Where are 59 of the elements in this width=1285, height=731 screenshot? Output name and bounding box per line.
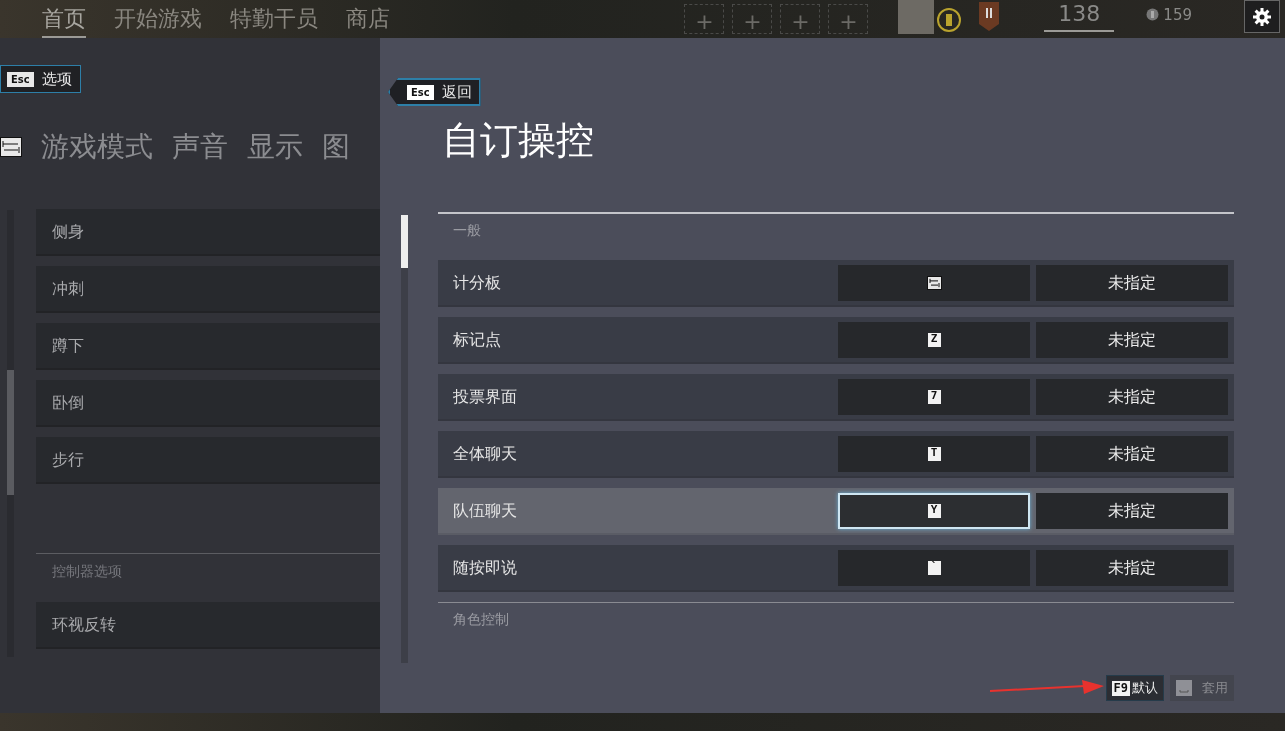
settings-tab[interactable]: 图 — [322, 126, 350, 168]
key-cap: ` — [927, 560, 941, 575]
nav-tab[interactable]: 开始游戏 — [114, 0, 202, 38]
key-binding-field[interactable] — [838, 264, 1030, 301]
key-binding-field[interactable]: T — [838, 435, 1030, 472]
binding-row[interactable]: 随按即说 ` 未指定 — [438, 545, 1234, 592]
medal-icon — [936, 7, 963, 33]
key-cap: 7 — [927, 389, 941, 404]
key-cap: F9 — [1111, 680, 1130, 696]
alternate-binding-field[interactable]: 未指定 — [1036, 492, 1228, 529]
settings-row[interactable]: 蹲下 — [36, 323, 380, 370]
alternate-binding-field[interactable]: 未指定 — [1036, 435, 1228, 472]
back-button[interactable]: Esc 选项 — [0, 65, 81, 93]
rank-badge-icon — [978, 2, 1001, 32]
back-button[interactable]: Esc 返回 — [388, 78, 481, 106]
footer-button[interactable]: F9 默认 — [1105, 675, 1164, 701]
settings-row[interactable]: 卧倒 — [36, 380, 380, 427]
section-title: 控制器选项 — [51, 562, 123, 581]
alternate-binding-field[interactable]: 未指定 — [1036, 549, 1228, 586]
settings-row[interactable]: 步行 — [36, 437, 380, 484]
page-title: 自订操控 — [442, 118, 594, 164]
alternate-binding-field[interactable]: 未指定 — [1036, 378, 1228, 415]
coin-icon — [1146, 8, 1160, 22]
section-title: 角色控制 — [452, 610, 510, 629]
settings-row[interactable]: 环视反转 — [36, 602, 380, 649]
avatar-placeholder — [898, 0, 935, 34]
binding-row[interactable]: 队伍聊天 Y 未指定 — [438, 488, 1234, 535]
space-key-icon — [1176, 680, 1192, 696]
settings-tab[interactable]: 声音 — [172, 126, 228, 168]
nav-tab[interactable]: 商店 — [346, 0, 390, 38]
settings-row[interactable]: 侧身 — [36, 209, 380, 256]
key-cap: Esc — [407, 84, 434, 100]
binding-row[interactable]: 全体聊天 T 未指定 — [438, 431, 1234, 478]
binding-row[interactable]: 标记点 Z 未指定 — [438, 317, 1234, 364]
settings-tab[interactable]: 显示 — [247, 126, 303, 168]
nav-tab[interactable]: 特勤干员 — [230, 0, 318, 38]
settings-button[interactable] — [1244, 0, 1280, 33]
binding-row[interactable]: 计分板 未指定 — [438, 260, 1234, 307]
key-binding-field[interactable]: 7 — [838, 378, 1030, 415]
key-cap: Esc — [7, 71, 34, 87]
alternate-binding-field[interactable]: 未指定 — [1036, 264, 1228, 301]
player-level: 138 — [1044, 1, 1115, 32]
key-binding-field[interactable]: ` — [838, 549, 1030, 586]
key-cap: Z — [927, 332, 941, 347]
tab-key-icon — [926, 275, 942, 290]
section-title: 一般 — [452, 221, 482, 240]
binding-row[interactable]: 投票界面 7 未指定 — [438, 374, 1234, 421]
scrollbar-thumb[interactable] — [7, 370, 14, 495]
settings-icon — [1252, 6, 1272, 27]
key-cap: T — [927, 446, 941, 461]
credits-amount: 159 — [1163, 4, 1192, 26]
tab-key-icon — [0, 137, 22, 157]
settings-row[interactable]: 冲刺 — [36, 266, 380, 313]
settings-tab[interactable]: 游戏模式 — [41, 126, 153, 168]
key-binding-field[interactable]: Z — [838, 321, 1030, 358]
key-binding-field[interactable]: Y — [838, 492, 1030, 529]
key-cap: Y — [927, 503, 941, 518]
alternate-binding-field[interactable]: 未指定 — [1036, 321, 1228, 358]
scrollbar-thumb[interactable] — [401, 215, 408, 268]
